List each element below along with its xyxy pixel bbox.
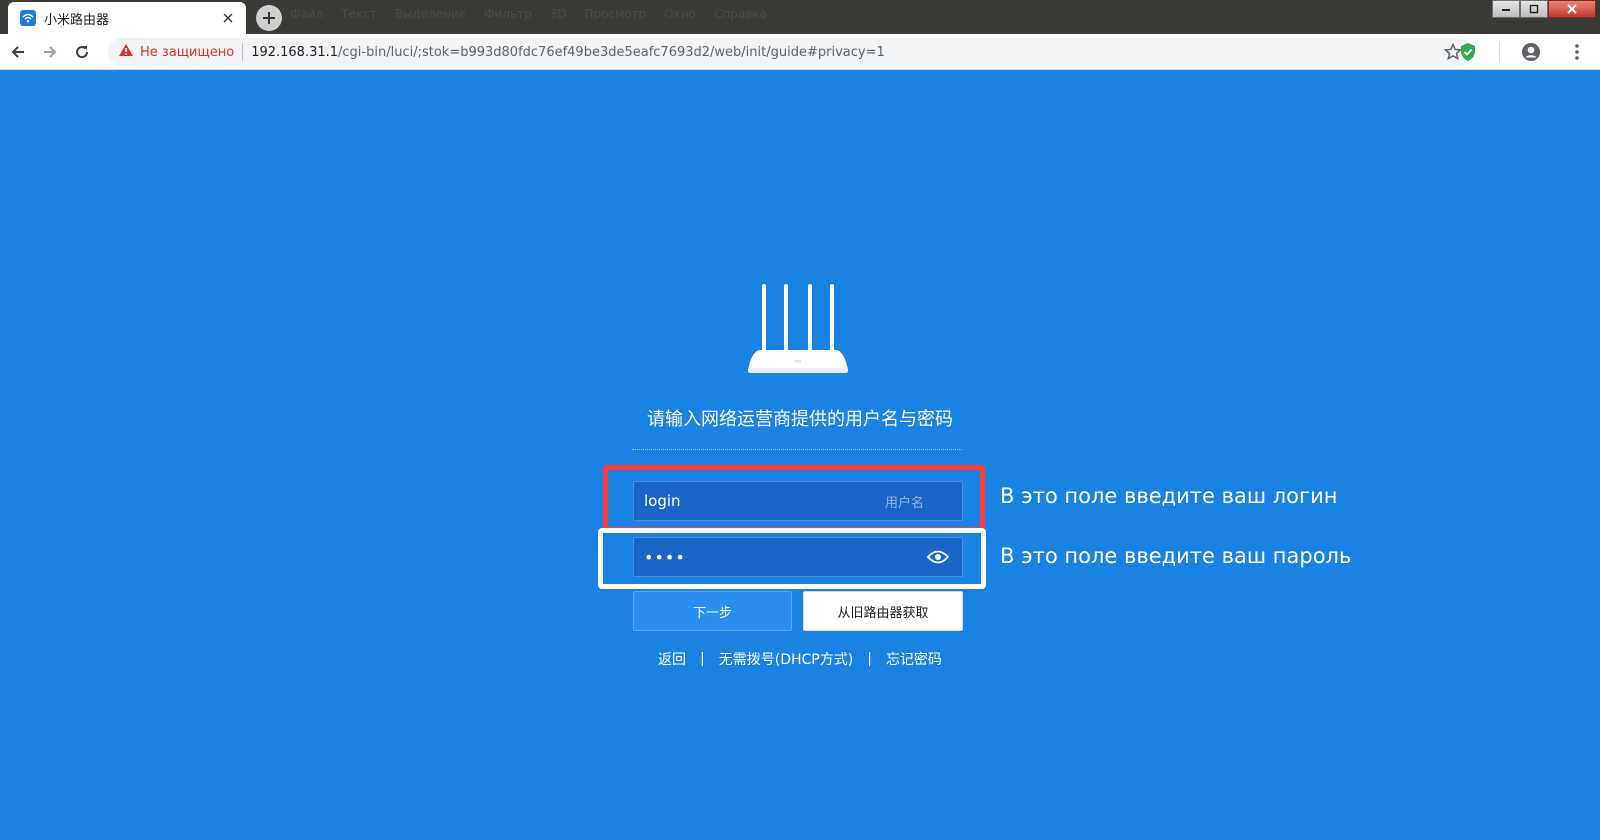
maximize-button[interactable] xyxy=(1520,0,1548,18)
router-logo-text: mi xyxy=(795,359,801,365)
omnibox-divider xyxy=(242,43,244,61)
password-highlight-box xyxy=(598,528,986,589)
get-from-old-router-button[interactable]: 从旧路由器获取 xyxy=(803,591,963,631)
dhcp-link[interactable]: 无需拨号(DHCP方式) xyxy=(719,649,853,669)
login-annotation: В это поле введите ваш логин xyxy=(1000,484,1338,508)
close-tab-icon[interactable] xyxy=(218,8,238,28)
password-annotation: В это поле введите ваш пароль xyxy=(1000,544,1352,568)
window-controls xyxy=(1492,0,1596,18)
back-button[interactable] xyxy=(4,38,32,66)
url-host: 192.168.31.1 xyxy=(251,44,339,60)
toolbar-right xyxy=(1453,34,1600,70)
new-tab-button[interactable] xyxy=(256,5,282,31)
next-step-button[interactable]: 下一步 xyxy=(633,591,792,631)
url-path: /cgi-bin/luci/;stok=b993d80fdc76ef49be3d… xyxy=(338,44,885,60)
ghost-menu-item: Окно xyxy=(664,7,697,21)
reload-icon xyxy=(76,45,89,58)
shield-icon[interactable] xyxy=(1453,37,1483,67)
address-bar[interactable]: Не защищено 192.168.31.1/cgi-bin/luci/;s… xyxy=(108,38,1472,66)
ghost-menu-item: Текст xyxy=(341,7,377,21)
arrow-left-icon xyxy=(11,45,24,58)
toolbar-divider xyxy=(1499,42,1500,62)
warning-icon xyxy=(118,43,134,62)
ghost-menu-item: Фильтр xyxy=(484,7,532,21)
wifi-icon xyxy=(20,10,36,26)
browser-toolbar: Не защищено 192.168.31.1/cgi-bin/luci/;s… xyxy=(0,34,1600,70)
tab-title: 小米路由器 xyxy=(44,12,110,28)
reload-button[interactable] xyxy=(68,38,96,66)
ghost-menu-item: Справка xyxy=(714,7,767,21)
window-titlebar: Файл Текст Выделение Фильтр 3D Просмотр … xyxy=(0,0,1600,34)
link-separator: | xyxy=(700,651,705,667)
arrow-right-icon xyxy=(44,45,57,58)
dotted-divider xyxy=(632,449,962,450)
page-heading: 请输入网络运营商提供的用户名与密码 xyxy=(647,409,953,430)
footer-links: 返回 | 无需拨号(DHCP方式) | 忘记密码 xyxy=(600,649,1000,669)
ghost-menu-item: Просмотр xyxy=(584,7,647,21)
link-separator: | xyxy=(867,651,872,667)
background-app-menu: Файл Текст Выделение Фильтр 3D Просмотр … xyxy=(290,7,767,21)
ghost-menu-item: 3D xyxy=(549,7,567,21)
router-illustration: mi xyxy=(746,284,850,380)
close-window-button[interactable] xyxy=(1548,0,1596,18)
ghost-menu-item: Выделение xyxy=(394,7,467,21)
profile-avatar-icon[interactable] xyxy=(1516,37,1546,67)
browser-tab-active[interactable]: 小米路由器 xyxy=(8,2,246,34)
minimize-button[interactable] xyxy=(1492,0,1520,18)
login-highlight-box xyxy=(603,465,985,532)
forgot-password-link[interactable]: 忘记密码 xyxy=(886,649,942,669)
ghost-menu-item: Файл xyxy=(290,7,324,21)
kebab-menu-icon[interactable] xyxy=(1562,37,1592,67)
forward-button[interactable] xyxy=(36,38,64,66)
back-link[interactable]: 返回 xyxy=(658,649,686,669)
security-status[interactable]: Не защищено xyxy=(140,45,234,60)
